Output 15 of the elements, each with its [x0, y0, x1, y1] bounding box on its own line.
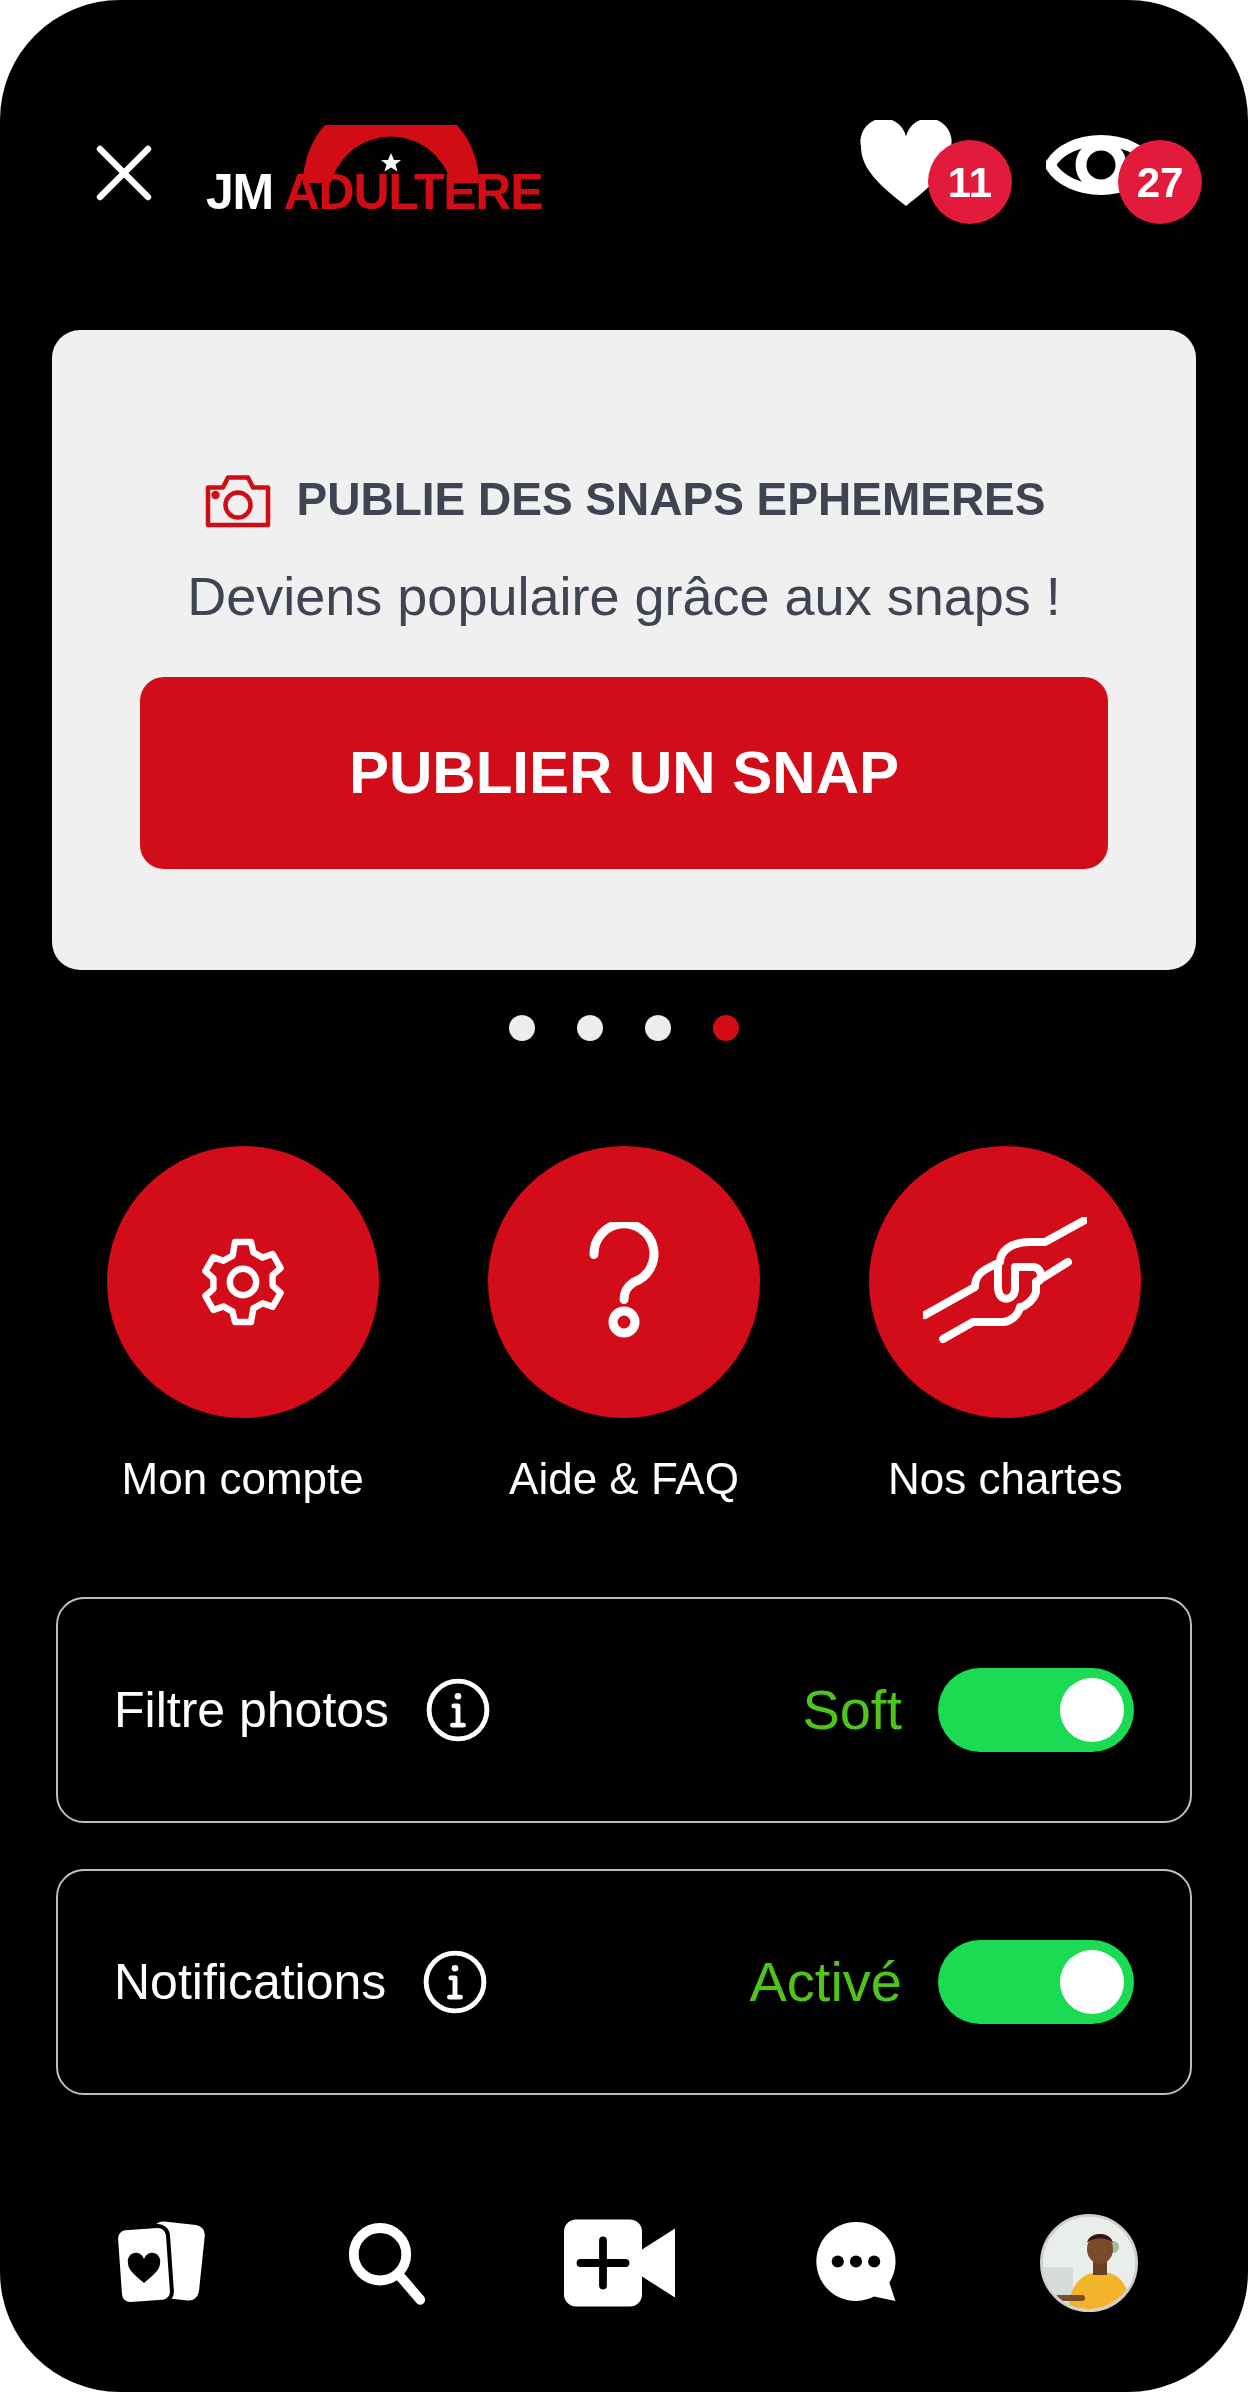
info-icon[interactable] [425, 1677, 492, 1743]
publish-snap-button[interactable]: PUBLIER UN SNAP [140, 677, 1108, 869]
shortcut-label: Mon compte [121, 1453, 364, 1505]
shortcut-label: Aide & FAQ [509, 1453, 739, 1505]
setting-value: Soft [802, 1677, 902, 1743]
shortcut-label: Nos chartes [887, 1453, 1123, 1505]
info-icon[interactable] [422, 1949, 489, 2015]
promo-subtitle: Deviens populaire grâce aux snaps ! [187, 565, 1061, 628]
setting-value: Activé [749, 1949, 902, 2015]
setting-label: Filtre photos [114, 1680, 390, 1740]
setting-label: Notifications [114, 1952, 387, 2012]
count-badge: 27 [1118, 140, 1202, 224]
count-badge: 11 [928, 140, 1012, 224]
video-add-icon[interactable] [564, 2219, 678, 2307]
promo-title: PUBLIE DES SNAPS EPHEMERES [296, 472, 1046, 527]
